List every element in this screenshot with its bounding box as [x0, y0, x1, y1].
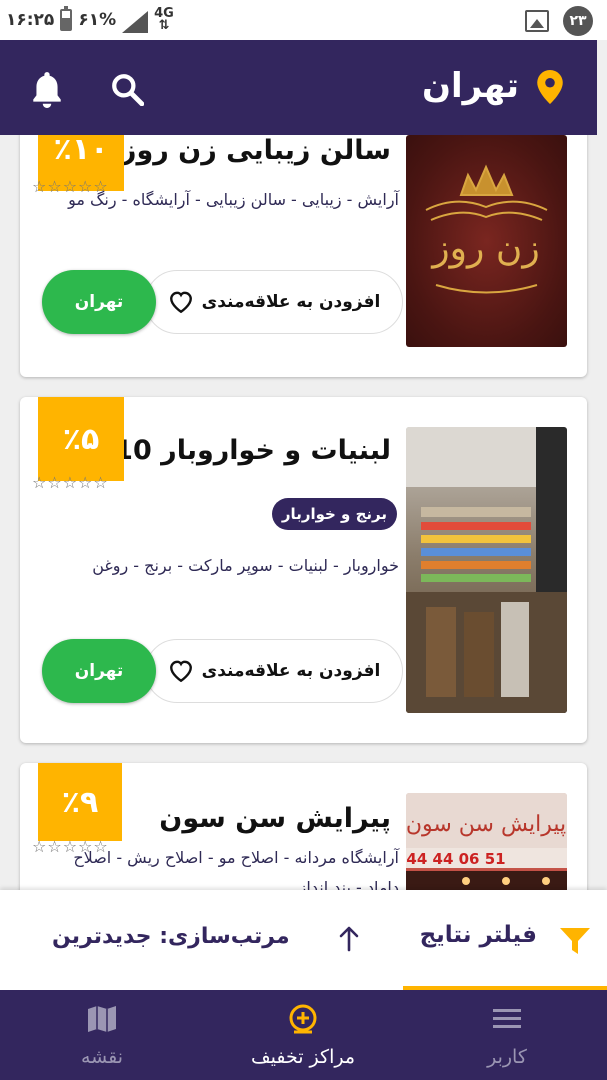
filter-sort-bar: فیلتر نتایج مرتب‌سازی: جدیدترین — [0, 890, 607, 990]
network-type: 4G ⇅ — [154, 6, 174, 33]
search-icon[interactable] — [110, 72, 144, 106]
favorites-label: افزودن به علاقه‌مندی — [201, 661, 381, 681]
results-list[interactable]: زن روز سالن زیبایی زن روز ٪۱۰ ☆☆☆☆☆ آرای… — [0, 135, 607, 890]
sign-text: پیرایش سن سون — [406, 812, 566, 837]
gallery-icon — [525, 10, 549, 32]
nav-discount-centers[interactable]: مراکز تخفیف — [230, 990, 376, 1080]
filter-results-tab[interactable]: فیلتر نتایج — [403, 890, 607, 990]
filter-label: فیلتر نتایج — [419, 922, 537, 948]
business-photo[interactable]: پیرایش سن سون 44 44 06 51 — [406, 793, 567, 890]
crown-logo-icon: زن روز — [425, 164, 548, 294]
business-card[interactable]: لبنیات و خواروبار 110 ٪۵ ☆☆☆☆☆ برنج و خو… — [20, 397, 587, 743]
business-title[interactable]: سالن زیبایی زن روز — [121, 135, 391, 166]
discount-badge: ٪۹ — [38, 763, 122, 841]
tag-list: خواروبار - لبنیات - سوپر مارکت - برنج - … — [92, 556, 399, 575]
status-left: ۱۶:۲۵ ۶۱% 4G ⇅ — [6, 6, 174, 33]
category-pill[interactable]: برنج و خواربار — [271, 498, 397, 530]
business-photo[interactable]: زن روز — [406, 135, 567, 347]
business-card[interactable]: پیرایش سن سون 44 44 06 51 پیرایش سن سون … — [20, 763, 587, 890]
signal-icon — [122, 11, 149, 33]
clock: ۱۶:۲۵ — [6, 10, 55, 30]
rating-stars: ☆☆☆☆☆ — [32, 473, 109, 492]
heart-icon — [169, 291, 192, 314]
logo-text: زن روز — [430, 228, 539, 269]
menu-icon — [493, 1009, 521, 1028]
bell-icon[interactable] — [30, 70, 64, 108]
add-to-favorites-button[interactable]: افزودن به علاقه‌مندی — [145, 639, 403, 703]
filter-funnel-icon — [560, 928, 590, 954]
network-label: 4G — [154, 6, 174, 21]
nav-user[interactable]: کاربر — [455, 990, 559, 1080]
notification-count-badge: ۲۳ — [563, 6, 593, 36]
battery-icon — [60, 6, 73, 31]
arrow-up-icon[interactable] — [338, 926, 360, 952]
store-interior-image — [406, 427, 567, 713]
status-right: ۲۳ — [525, 6, 593, 36]
tag-list: آرایش - زیبایی - سالن زیبایی - آرایشگاه … — [68, 190, 399, 209]
favorites-label: افزودن به علاقه‌مندی — [201, 292, 381, 312]
app-bar: تهران — [0, 40, 597, 135]
heart-icon — [169, 660, 192, 683]
tag-list: آرایشگاه مردانه - اصلاح مو - اصلاح ریش -… — [73, 848, 399, 890]
business-title[interactable]: پیرایش سن سون — [159, 803, 391, 834]
nav-map[interactable]: نقشه — [52, 990, 152, 1080]
business-photo[interactable] — [406, 427, 567, 713]
discount-badge: ٪۵ — [38, 397, 124, 481]
status-bar: ۱۶:۲۵ ۶۱% 4G ⇅ ۲۳ — [0, 0, 607, 40]
bottom-navigation: کاربر مراکز تخفیف نقشه — [0, 990, 607, 1080]
city-selector[interactable]: تهران — [422, 66, 519, 106]
sort-selector[interactable]: مرتب‌سازی: جدیدترین — [52, 924, 290, 949]
add-to-favorites-button[interactable]: افزودن به علاقه‌مندی — [145, 270, 403, 334]
nav-discount-centers-label: مراکز تخفیف — [250, 1046, 356, 1068]
business-card[interactable]: زن روز سالن زیبایی زن روز ٪۱۰ ☆☆☆☆☆ آرای… — [20, 135, 587, 377]
city-button[interactable]: تهران — [42, 270, 156, 334]
map-icon — [88, 1006, 116, 1032]
discount-coin-icon — [289, 1004, 317, 1034]
city-button[interactable]: تهران — [42, 639, 156, 703]
business-title[interactable]: لبنیات و خواروبار 110 — [95, 435, 391, 466]
nav-map-label: نقشه — [80, 1046, 124, 1068]
location-pin-icon[interactable] — [537, 70, 563, 104]
sign-phone: 44 44 06 51 — [406, 850, 505, 868]
nav-user-label: کاربر — [487, 1046, 527, 1068]
battery-percent: ۶۱% — [78, 10, 117, 30]
shop-sign-image: پیرایش سن سون 44 44 06 51 — [406, 793, 567, 890]
